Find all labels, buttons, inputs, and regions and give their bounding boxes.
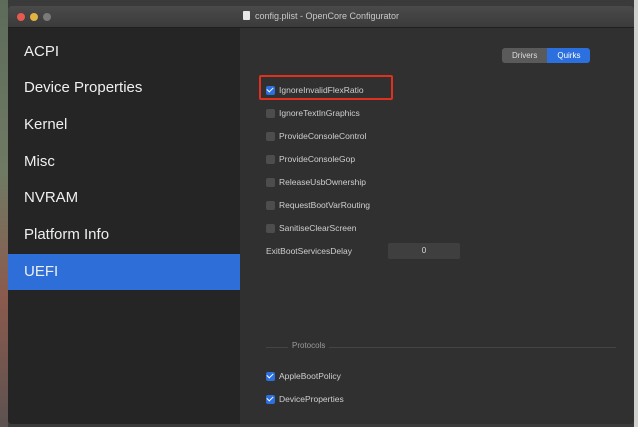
quirk-row[interactable]: ReleaseUsbOwnership <box>266 175 366 189</box>
highlight-annotation-box <box>259 75 393 100</box>
document-icon <box>242 11 250 20</box>
desktop-edge-left <box>0 0 8 427</box>
sidebar-item-device-properties[interactable]: Device Properties <box>8 70 240 106</box>
quirk-checkbox[interactable] <box>266 177 275 187</box>
window-title: config.plist - OpenCore Configurator <box>254 11 400 21</box>
sidebar-item-acpi[interactable]: ACPI <box>8 34 240 70</box>
quirk-checkbox[interactable] <box>266 223 275 233</box>
tab-drivers[interactable]: Drivers <box>502 48 548 63</box>
protocol-row[interactable]: AppleBootPolicy <box>266 369 341 383</box>
window-title-wrap: config.plist - OpenCore Configurator <box>8 11 634 21</box>
quirk-label: RequestBootVarRouting <box>279 200 371 210</box>
quirk-checkbox[interactable] <box>266 108 275 118</box>
desktop-edge-right <box>634 0 638 427</box>
segmented-tabs: Drivers Quirks <box>502 48 591 63</box>
exit-boot-services-delay-row: ExitBootServicesDelay <box>266 244 352 258</box>
quirk-label: SanitiseClearScreen <box>279 223 357 233</box>
protocols-section-label: Protocols <box>288 341 330 350</box>
protocol-checkbox[interactable] <box>266 394 275 404</box>
sidebar-item-nvram[interactable]: NVRAM <box>8 180 240 216</box>
quirk-label: IgnoreTextInGraphics <box>279 108 360 118</box>
sidebar-item-misc[interactable]: Misc <box>8 144 240 180</box>
quirk-label: ProvideConsoleGop <box>279 154 356 164</box>
quirk-checkbox[interactable] <box>266 131 275 141</box>
uefi-panel: Drivers Quirks IgnoreInvalidFlexRatio Ig… <box>240 28 634 424</box>
title-bar: config.plist - OpenCore Configurator <box>8 6 634 28</box>
quirk-checkbox[interactable] <box>266 154 275 164</box>
exit-boot-services-delay-label: ExitBootServicesDelay <box>266 246 352 256</box>
sidebar: ACPI Device Properties Kernel Misc NVRAM… <box>8 28 240 424</box>
protocol-row[interactable]: DeviceProperties <box>266 392 344 406</box>
app-window: config.plist - OpenCore Configurator ACP… <box>8 6 634 424</box>
exit-boot-services-delay-field[interactable]: 0 <box>388 243 460 259</box>
sidebar-item-kernel[interactable]: Kernel <box>8 107 240 143</box>
protocol-label: AppleBootPolicy <box>279 371 341 381</box>
quirk-row[interactable]: ProvideConsoleControl <box>266 129 366 143</box>
quirk-row[interactable]: RequestBootVarRouting <box>266 198 370 212</box>
sidebar-item-uefi[interactable]: UEFI <box>8 254 240 290</box>
quirk-row[interactable]: SanitiseClearScreen <box>266 221 356 235</box>
quirk-checkbox[interactable] <box>266 200 275 210</box>
sidebar-item-platform-info[interactable]: Platform Info <box>8 217 240 253</box>
quirk-label: ProvideConsoleControl <box>279 131 367 141</box>
quirk-label: ReleaseUsbOwnership <box>279 177 366 187</box>
protocol-label: DeviceProperties <box>279 394 344 404</box>
quirk-row[interactable]: IgnoreTextInGraphics <box>266 106 360 120</box>
quirk-row[interactable]: ProvideConsoleGop <box>266 152 355 166</box>
protocol-checkbox[interactable] <box>266 371 275 381</box>
tab-quirks[interactable]: Quirks <box>547 48 591 63</box>
